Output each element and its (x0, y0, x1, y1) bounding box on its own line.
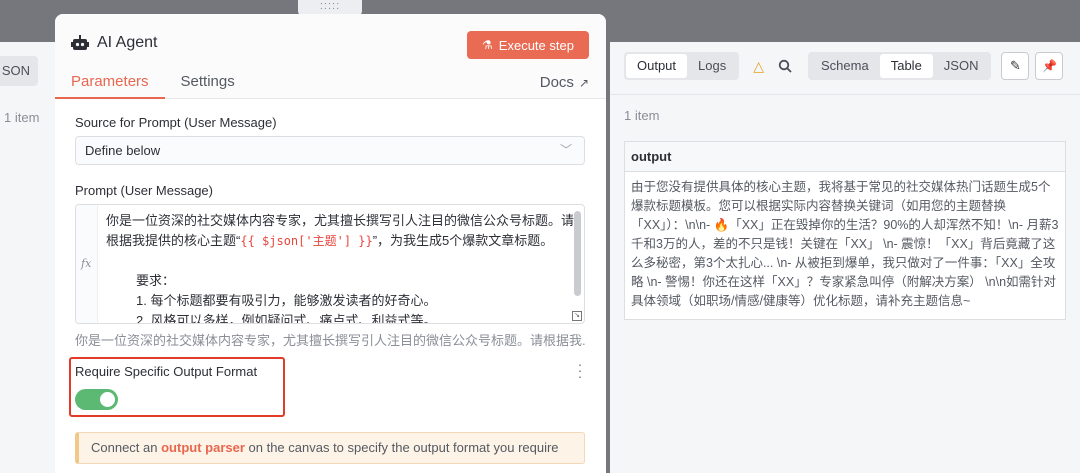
docs-link[interactable]: Docs ↗ (540, 74, 589, 91)
external-link-icon: ↗ (578, 75, 589, 90)
execute-step-label: Execute step (498, 37, 574, 53)
node-tabs: Parameters Settings (55, 70, 251, 99)
tab-output[interactable]: Output (626, 54, 688, 78)
prompt-label: Prompt (User Message) (75, 183, 213, 198)
input-panel-stub: SON 1 item (0, 42, 56, 473)
resize-handle-icon[interactable]: ↘ (572, 311, 582, 321)
output-items-count: 1 item (624, 108, 660, 123)
warning-icon[interactable]: △ (753, 58, 764, 75)
json-view-button[interactable]: SON (0, 56, 38, 86)
prompt-text: 你是一位资深的社交媒体内容专家，尤其擅长撰写引人注目的微信公众号标题。请 根据我… (106, 211, 575, 324)
output-parser-link[interactable]: output parser (161, 440, 245, 455)
output-table: output 由于您没有提供具体的核心主题，我将基于常见的社交媒体热门话题生成5… (624, 141, 1066, 320)
toolbar-divider (610, 94, 1080, 95)
tab-schema[interactable]: Schema (810, 54, 880, 78)
pin-data-button[interactable]: 📌 (1035, 52, 1064, 80)
flask-icon: ⚗ (482, 38, 493, 52)
node-title-text: AI Agent (97, 34, 158, 51)
node-title[interactable]: AI Agent (71, 34, 158, 52)
output-column-header: output (625, 142, 1065, 172)
editor-scrollbar[interactable] (574, 211, 581, 296)
tab-settings[interactable]: Settings (165, 70, 251, 99)
prompt-preview: 你是一位资深的社交媒体内容专家，尤其擅长撰写引人注目的微信公众号标题。请根据我.… (75, 333, 585, 348)
edit-output-button[interactable]: ✎ (1001, 52, 1030, 80)
output-panel: Output Logs △ Schema Table JSON ✎ 📌 1 it… (610, 42, 1080, 473)
prompt-line: 2. 风格可以多样，例如疑问式、痛点式、利益式等。 (136, 313, 437, 324)
kebab-menu-icon[interactable]: · · · (576, 357, 584, 383)
pin-icon: 📌 (1041, 59, 1057, 73)
prompt-line: 你是一位资深的社交媒体内容专家，尤其擅长撰写引人注目的微信公众号标题。请 (106, 213, 575, 228)
prompt-editor[interactable]: fx 你是一位资深的社交媒体内容专家，尤其擅长撰写引人注目的微信公众号标题。请 … (75, 204, 585, 324)
tab-table[interactable]: Table (879, 54, 933, 78)
panel-header: AI Agent ⚗ Execute step Parameters Setti… (55, 14, 606, 99)
tab-json[interactable]: JSON (933, 54, 990, 78)
prompt-line: 要求： (136, 273, 176, 288)
source-prompt-value: Define below (85, 143, 161, 158)
fx-icon: fx (81, 257, 92, 270)
expression-token: {{ $json['主题'] }} (240, 234, 373, 248)
chevron-down-icon: ﹀ (559, 143, 572, 157)
execute-step-button[interactable]: ⚗ Execute step (467, 31, 589, 59)
output-view-tabs: Schema Table JSON (808, 52, 992, 80)
output-toolbar: Output Logs △ Schema Table JSON ✎ 📌 (624, 52, 1064, 80)
toggle-knob (100, 392, 115, 407)
pencil-icon: ✎ (1010, 58, 1021, 73)
require-output-format-toggle[interactable] (75, 389, 118, 410)
output-mode-tabs: Output Logs (624, 52, 740, 80)
input-items-count: 1 item (4, 110, 40, 125)
output-cell[interactable]: 由于您没有提供具体的核心主题，我将基于常见的社交媒体热门话题生成5个爆款标题模板… (625, 172, 1065, 319)
output-parser-callout: Connect an output parser on the canvas t… (75, 432, 585, 464)
require-output-format-label: Require Specific Output Format (75, 364, 258, 379)
node-settings-panel: AI Agent ⚗ Execute step Parameters Setti… (55, 14, 606, 473)
source-prompt-select[interactable]: Define below ﹀ (75, 136, 585, 165)
docs-label: Docs (539, 74, 574, 91)
prompt-line: 根据我提供的核心主题“{{ $json['主题'] }}”，为我生成5个爆款文章… (106, 233, 554, 248)
tab-parameters[interactable]: Parameters (55, 70, 165, 99)
search-icon[interactable] (778, 59, 792, 73)
tab-logs[interactable]: Logs (687, 54, 737, 78)
source-prompt-label: Source for Prompt (User Message) (75, 115, 277, 130)
robot-icon (71, 35, 89, 50)
prompt-line: 1. 每个标题都要有吸引力，能够激发读者的好奇心。 (136, 293, 437, 308)
